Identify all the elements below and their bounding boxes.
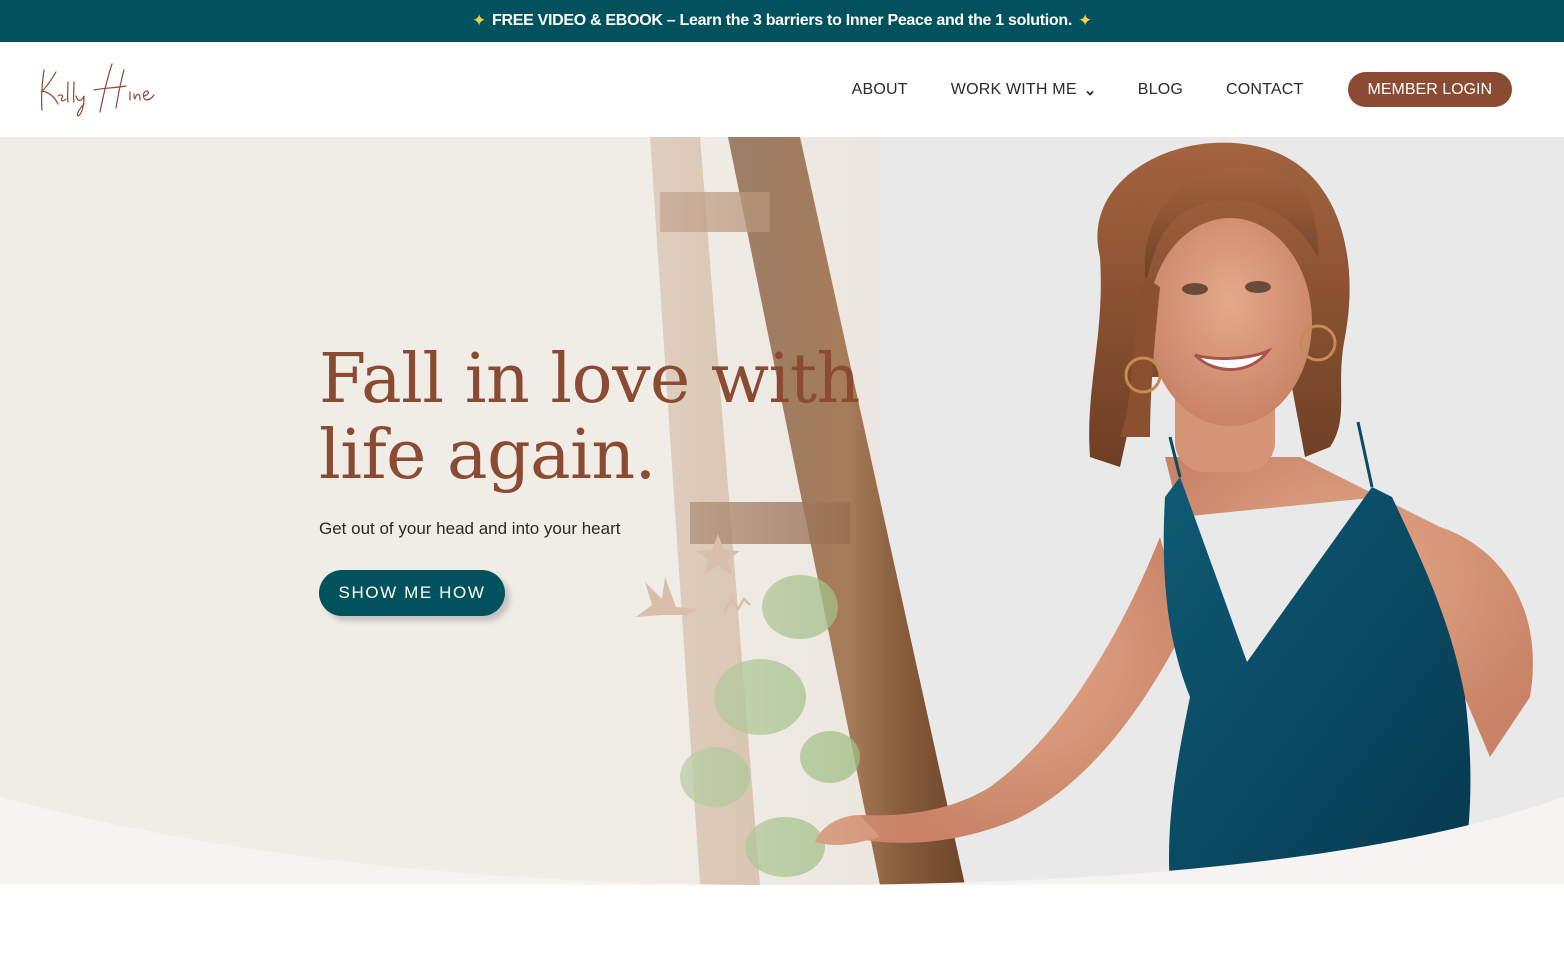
announcement-text[interactable]: FREE VIDEO & EBOOK – Learn the 3 barrier… <box>492 12 1072 30</box>
nav-item-about[interactable]: ABOUT <box>852 81 908 99</box>
site-logo[interactable] <box>36 58 166 122</box>
hero-image <box>0 137 1564 885</box>
nav-item-label: WORK WITH ME <box>950 80 1077 98</box>
hero-headline-line-2: life again. <box>319 416 656 495</box>
hero-headline: Fall in love with life again. <box>319 342 879 494</box>
chevron-down-icon <box>1085 85 1095 96</box>
main-nav: ABOUT WORK WITH ME BLOG CONTACT MEMBER L… <box>809 42 1512 137</box>
nav-item-label: CONTACT <box>1225 80 1304 98</box>
hero-headline-line-1: Fall in love with <box>319 340 860 419</box>
sparkles-icon: ✦ <box>472 11 486 30</box>
signature-logo-graphic <box>40 63 155 117</box>
nav-item-contact[interactable]: CONTACT <box>1226 81 1304 99</box>
nav-item-label: BLOG <box>1137 80 1183 98</box>
sparkles-icon: ✦ <box>1078 11 1092 30</box>
nav-item-blog[interactable]: BLOG <box>1138 81 1183 99</box>
announcement-bar[interactable]: ✦ FREE VIDEO & EBOOK – Learn the 3 barri… <box>0 0 1564 42</box>
hero-subheadline: Get out of your head and into your heart <box>319 519 621 538</box>
nav-item-label: ABOUT <box>851 80 908 98</box>
member-login-button[interactable]: MEMBER LOGIN <box>1347 72 1512 107</box>
show-me-how-button[interactable]: SHOW ME HOW <box>319 570 505 616</box>
hero-section: Fall in love with life again. Get out of… <box>0 137 1564 885</box>
site-header: ABOUT WORK WITH ME BLOG CONTACT MEMBER L… <box>0 42 1564 137</box>
nav-item-work-with-me[interactable]: WORK WITH ME <box>951 81 1095 99</box>
